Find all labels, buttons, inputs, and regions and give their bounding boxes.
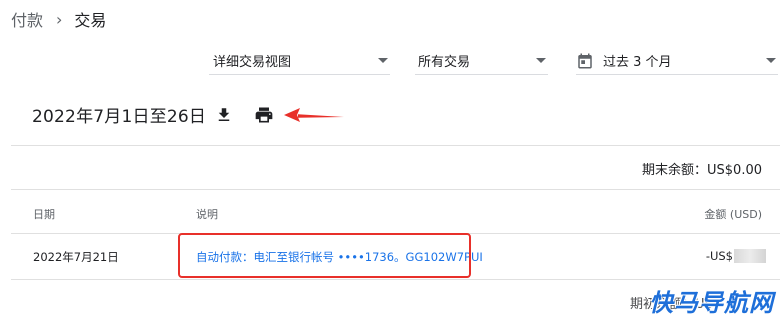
chevron-down-icon — [536, 58, 546, 63]
column-header-date: 日期 — [33, 208, 55, 221]
chevron-down-icon — [766, 58, 776, 63]
column-header-amount: 金额 (USD) — [704, 208, 762, 221]
calendar-icon — [578, 53, 592, 68]
annotation-arrow — [284, 108, 344, 122]
transactions-page: 付款 › 交易 详细交易视图 所有交易 过去 3 个月 2022年7月1日至26… — [0, 0, 780, 325]
breadcrumb-separator: › — [56, 9, 63, 29]
amount-prefix: -US$ — [705, 249, 733, 263]
breadcrumb: 付款 › 交易 — [11, 7, 107, 31]
divider — [11, 189, 780, 190]
date-range-select[interactable]: 过去 3 个月 — [576, 47, 778, 75]
ending-balance: 期末余额：US$0.00 — [642, 163, 762, 178]
transaction-type-select[interactable]: 所有交易 — [415, 47, 548, 75]
divider — [11, 145, 780, 146]
print-icon — [255, 107, 273, 123]
watermark-logo: 快马导航网 — [649, 289, 774, 317]
view-select[interactable]: 详细交易视图 — [209, 47, 390, 75]
breadcrumb-current: 交易 — [74, 11, 107, 30]
table-row-date: 2022年7月21日 — [33, 250, 119, 264]
transaction-type-value: 所有交易 — [418, 55, 471, 70]
redacted-amount — [734, 249, 766, 263]
breadcrumb-payments-link[interactable]: 付款 — [11, 7, 43, 31]
date-range-value: 过去 3 个月 — [603, 55, 672, 70]
divider — [11, 279, 780, 280]
column-header-description: 说明 — [196, 208, 218, 221]
view-select-value: 详细交易视图 — [213, 55, 292, 70]
download-icon — [218, 108, 230, 121]
date-range-title: 2022年7月1日至26日 — [32, 107, 207, 127]
print-button[interactable] — [253, 104, 275, 126]
annotation-highlight-box — [178, 233, 471, 278]
download-button[interactable] — [213, 104, 235, 126]
table-row-amount: -US$ — [706, 249, 766, 263]
chevron-down-icon — [378, 58, 388, 63]
